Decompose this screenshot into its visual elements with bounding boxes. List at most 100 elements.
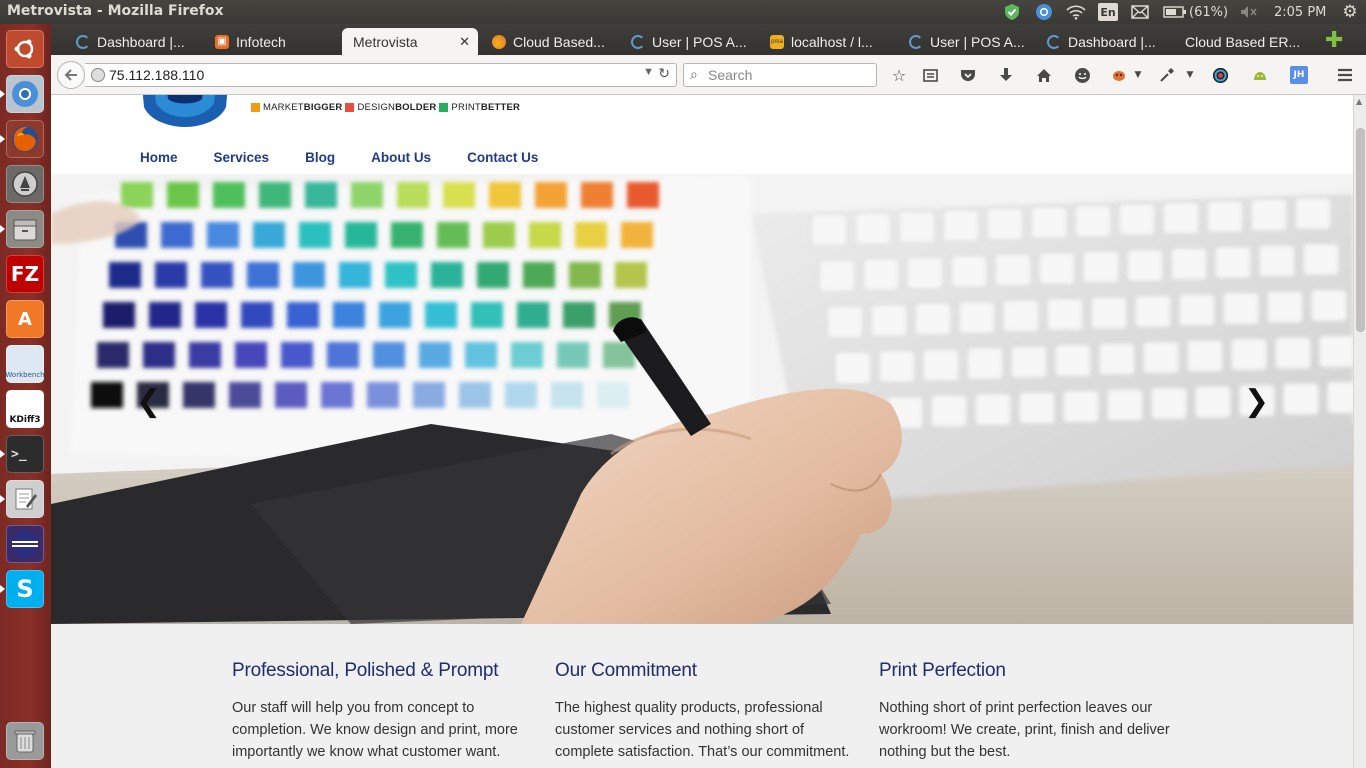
scroll-up-arrow-icon[interactable]: ▲	[1356, 97, 1362, 106]
url-history-dropdown-icon[interactable]: ▼	[643, 66, 654, 78]
color-swatch	[615, 262, 647, 288]
battery-icon[interactable]	[1162, 2, 1188, 22]
file-cabinet-icon[interactable]	[6, 210, 44, 248]
kdiff3-icon[interactable]: KDiff3	[6, 390, 44, 428]
keyboard-layout-indicator[interactable]: En	[1098, 3, 1118, 21]
keyboard-key	[1230, 338, 1268, 371]
close-tab-icon[interactable]: ✕	[459, 34, 470, 50]
color-swatch	[413, 382, 445, 408]
color-swatch	[235, 342, 267, 368]
shopping-bag-icon[interactable]: A	[6, 300, 44, 338]
tab-localhost[interactable]: pma localhost / l...	[770, 28, 894, 55]
tab-label: Cloud Based ER...	[1185, 33, 1301, 50]
keyboard-key	[1170, 247, 1208, 281]
home-icon[interactable]	[1034, 65, 1054, 85]
workbench-icon[interactable]: Workbench	[5, 345, 45, 383]
tagline-better: BETTER	[480, 102, 521, 113]
keyboard-key	[1310, 289, 1348, 322]
update-shield-icon[interactable]	[1002, 2, 1022, 22]
hero-next-arrow-icon[interactable]: ❯	[1244, 384, 1269, 419]
new-tab-plus-icon[interactable]: ✚	[1325, 28, 1343, 53]
keyboard-key	[966, 347, 1004, 380]
tab-cloud-based-1[interactable]: Cloud Based...	[492, 28, 616, 55]
color-swatch	[557, 342, 589, 368]
colorzilla-icon[interactable]	[1210, 65, 1230, 85]
loading-spinner-icon	[909, 34, 923, 49]
page-scrollbar[interactable]: ▲	[1353, 95, 1366, 768]
globe-icon[interactable]	[91, 68, 105, 82]
url-text[interactable]: 75.112.188.110	[109, 67, 204, 83]
ubuntu-logo-icon[interactable]	[6, 30, 44, 68]
reading-list-icon[interactable]	[920, 65, 940, 85]
reload-icon[interactable]: ↻	[658, 65, 670, 82]
nav-blog[interactable]: Blog	[305, 150, 335, 165]
keyboard-key	[1162, 201, 1200, 235]
window-title: Metrovista - Mozilla Firefox	[7, 3, 224, 19]
terminal-icon[interactable]: >_	[6, 435, 44, 473]
nav-contact-us[interactable]: Contact Us	[467, 150, 538, 165]
firebug-extension-icon[interactable]	[1109, 65, 1129, 85]
bookmark-star-icon[interactable]: ☆	[889, 65, 909, 85]
tab-bar: Dashboard |... ▣ Infotech Metrovista ✕ C…	[51, 24, 1366, 55]
chromium-icon[interactable]	[6, 75, 44, 113]
color-swatch	[535, 182, 567, 208]
hero-slider: ❮ ❯	[51, 174, 1353, 624]
search-placeholder[interactable]: Search	[708, 67, 752, 83]
eclipse-icon[interactable]	[6, 525, 44, 563]
keyboard-key	[974, 393, 1012, 426]
keyboard-key	[922, 348, 960, 382]
tab-dashboard-1[interactable]: Dashboard |...	[76, 28, 200, 55]
chrome-tray-icon[interactable]	[1034, 2, 1054, 22]
hamburger-menu-icon[interactable]	[1335, 65, 1355, 85]
color-swatch	[207, 222, 239, 248]
color-swatch	[149, 302, 181, 328]
trash-icon[interactable]	[6, 722, 44, 760]
skype-icon[interactable]: S	[6, 570, 44, 608]
tab-cloud-based-erp[interactable]: Cloud Based ER...	[1185, 28, 1311, 55]
web-page: MARKET BIGGER DESIGN BOLDER PRINT BETTER Ho…	[51, 95, 1353, 768]
hello-chat-icon[interactable]	[1072, 65, 1092, 85]
download-arrow-icon[interactable]	[996, 65, 1016, 85]
volume-muted-icon[interactable]	[1238, 2, 1260, 22]
pocket-icon[interactable]	[958, 65, 978, 85]
keyboard-key	[1222, 292, 1260, 325]
jh-extension-icon[interactable]: JH	[1290, 66, 1308, 84]
color-swatch	[195, 302, 227, 328]
scrollbar-thumb[interactable]	[1356, 128, 1365, 332]
nav-about-us[interactable]: About Us	[371, 150, 431, 165]
clock[interactable]: 2:05 PM	[1274, 2, 1334, 22]
tab-user-pos-1[interactable]: User | POS A...	[631, 28, 755, 55]
updater-icon[interactable]	[6, 165, 44, 203]
tab-user-pos-2[interactable]: User | POS A...	[909, 28, 1033, 55]
flame-favicon-icon	[492, 34, 506, 49]
mail-icon[interactable]	[1129, 2, 1151, 22]
color-swatch	[299, 222, 331, 248]
tagline-print: PRINT	[451, 102, 481, 113]
search-input[interactable]: ⌕ Search	[683, 63, 877, 87]
keyboard-key	[994, 253, 1032, 287]
back-arrow-icon[interactable]	[57, 61, 85, 89]
wifi-icon[interactable]	[1065, 2, 1087, 22]
nav-services[interactable]: Services	[214, 150, 270, 165]
eyedropper-dropdown-icon[interactable]: ▼	[1180, 65, 1200, 85]
text-editor-icon[interactable]	[6, 480, 44, 518]
extension-dropdown-icon[interactable]: ▼	[1128, 65, 1148, 85]
tab-infotech[interactable]: ▣ Infotech	[215, 28, 339, 55]
color-swatch	[339, 262, 371, 288]
color-swatch	[529, 222, 561, 248]
metrovista-logo[interactable]	[140, 95, 230, 133]
filezilla-icon[interactable]: FZ	[6, 255, 44, 293]
tab-metrovista[interactable]: Metrovista ✕	[342, 28, 478, 55]
firefox-icon[interactable]	[6, 120, 44, 158]
keyboard-key	[1326, 381, 1353, 414]
hero-previous-arrow-icon[interactable]: ❮	[136, 384, 161, 419]
system-settings-icon[interactable]: ⚙	[1340, 2, 1360, 22]
launcher-running-indicator	[0, 90, 5, 98]
color-swatch	[437, 222, 469, 248]
keyboard-key	[1082, 250, 1120, 284]
url-bar[interactable]: 75.112.188.110 ▼ ↻	[85, 63, 677, 87]
android-extension-icon[interactable]	[1250, 65, 1270, 85]
eyedropper-icon[interactable]	[1157, 65, 1177, 85]
tab-dashboard-2[interactable]: Dashboard |...	[1047, 28, 1171, 55]
nav-home[interactable]: Home	[140, 150, 178, 165]
